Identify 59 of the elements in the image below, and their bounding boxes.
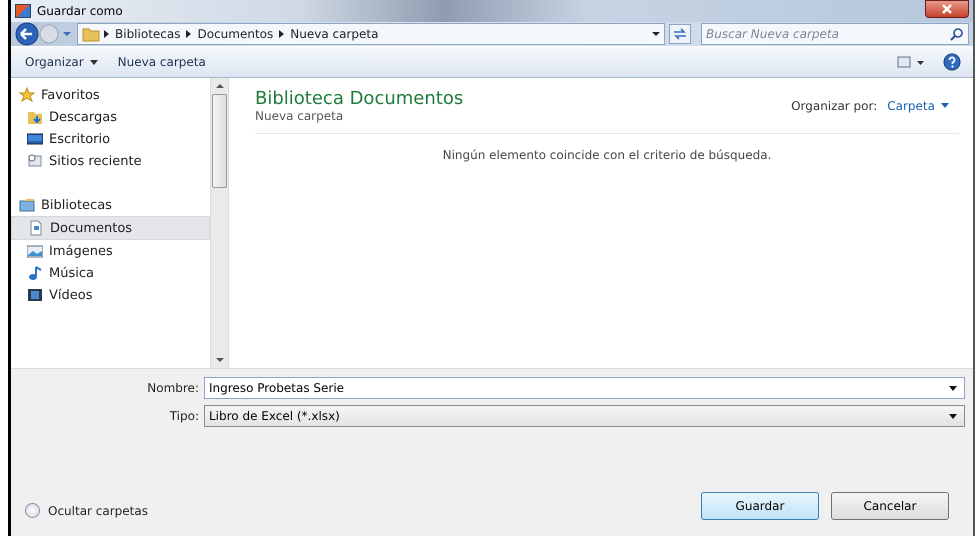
close-icon	[941, 4, 953, 14]
dropdown-arrow-icon[interactable]	[652, 32, 660, 36]
dialog-icon	[15, 4, 31, 18]
help-icon	[943, 53, 961, 71]
desktop-icon	[27, 131, 43, 147]
caret-icon	[90, 60, 98, 64]
sidebar-group[interactable]: Favoritos	[11, 84, 210, 106]
collapse-icon	[25, 503, 40, 518]
arrange-dropdown[interactable]: Carpeta	[887, 96, 959, 114]
document-icon	[28, 220, 44, 236]
breadcrumb[interactable]: Documentos	[197, 27, 274, 41]
scrollbar[interactable]	[210, 78, 228, 368]
breadcrumb-arrow-icon[interactable]	[279, 30, 284, 38]
refresh-button[interactable]	[669, 24, 691, 44]
music-note-icon	[27, 265, 43, 281]
library-title: Biblioteca Documentos	[255, 88, 464, 109]
field-label: Tipo:	[168, 409, 200, 423]
film-icon	[27, 287, 43, 303]
breadcrumb-arrow-icon[interactable]	[186, 30, 192, 38]
back-button[interactable]	[16, 22, 38, 46]
cancel-button[interactable]: Cancelar	[831, 492, 949, 520]
search-field[interactable]: Buscar Nueva carpeta	[701, 23, 969, 45]
field-label: Nombre:	[146, 381, 200, 395]
empty-message: Ningún elemento coincide con el criterio de búsqueda.	[442, 148, 772, 162]
star-icon	[19, 87, 35, 103]
breadcrumb[interactable]: Nueva carpeta	[290, 27, 378, 41]
caret-icon	[941, 103, 949, 108]
recent-places-icon	[27, 153, 43, 169]
folder-icon	[82, 26, 100, 42]
sidebar-group[interactable]: Bibliotecas	[11, 194, 210, 216]
sidebar-item[interactable]: Vídeos	[11, 284, 210, 306]
file-name-field[interactable]: Ingreso Probetas Serie	[204, 377, 965, 399]
arrange-label: Organizar por:	[791, 98, 878, 112]
sidebar-item[interactable]: Sitios reciente	[11, 150, 210, 172]
refresh-icon	[672, 28, 688, 40]
sidebar-item[interactable]: Imágenes	[11, 240, 210, 262]
download-folder-icon	[27, 109, 43, 125]
organize-menu[interactable]: Organizar	[19, 53, 104, 71]
save-button[interactable]: Guardar	[701, 492, 819, 520]
file-type-dropdown[interactable]: Libro de Excel (*.xlsx)	[204, 405, 965, 427]
breadcrumb[interactable]: Bibliotecas	[115, 27, 180, 41]
history-dropdown-icon[interactable]	[63, 32, 71, 36]
caret-icon	[949, 414, 957, 419]
breadcrumb-arrow-icon[interactable]	[104, 30, 109, 38]
close-button[interactable]	[925, 0, 969, 18]
caret-icon	[949, 386, 957, 391]
library-icon	[19, 197, 35, 213]
sidebar-item[interactable]: Documentos	[11, 216, 210, 240]
sidebar-item[interactable]: Escritorio	[11, 128, 210, 150]
image-icon	[27, 243, 43, 259]
window-title: Guardar como	[37, 4, 124, 18]
sidebar-item[interactable]: Descargas	[11, 106, 210, 128]
library-subtitle: Nueva carpeta	[255, 109, 344, 123]
hide-folders-button[interactable]: Ocultar carpetas	[21, 501, 152, 520]
view-icon	[897, 56, 927, 68]
search-icon	[950, 27, 964, 41]
sidebar-item[interactable]: Música	[11, 262, 210, 284]
new-folder-button[interactable]: Nueva carpeta	[112, 53, 212, 71]
address-bar[interactable]: Bibliotecas Documentos Nueva carpeta	[77, 23, 665, 45]
